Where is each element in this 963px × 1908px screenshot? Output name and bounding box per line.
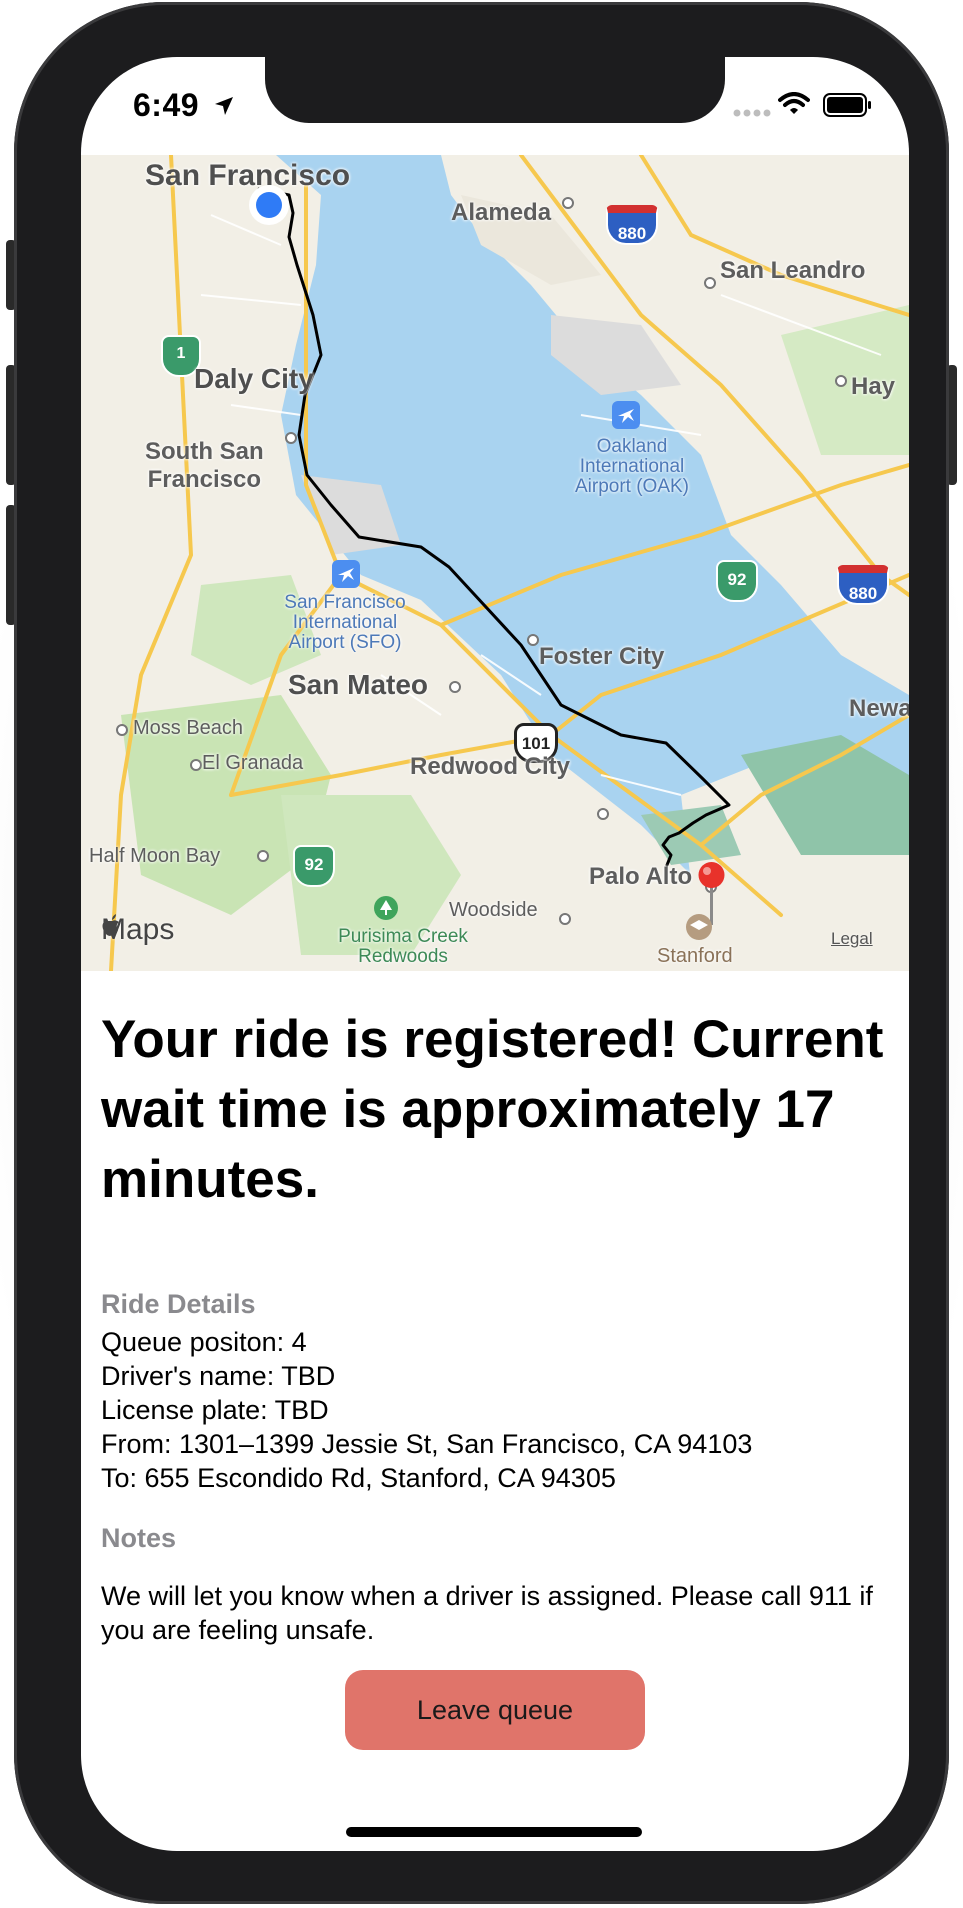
map-label: Moss Beach [133, 717, 244, 739]
notes-text: We will let you know when a driver is as… [101, 1581, 873, 1645]
map-label-line: Oakland [596, 436, 668, 457]
screen: 6:49 1 880 880 92 92 101 San Francisco A… [81, 57, 909, 1851]
map-label: San Mateo [288, 669, 429, 700]
map-label-line: International [292, 612, 398, 633]
wait-time-headline: Your ride is registered! Current wait ti… [101, 1010, 884, 1209]
map-label: El Granada [202, 752, 304, 774]
map-label-line: Airport (SFO) [288, 632, 402, 653]
map-label: South San Francisco [145, 438, 264, 494]
interstate-880-shield: 880 [606, 205, 658, 245]
ride-details-title: Ride Details [101, 1289, 256, 1319]
home-indicator[interactable] [346, 1827, 642, 1837]
leave-queue-button[interactable]: Leave queue [345, 1670, 645, 1750]
map-label-line: Airport (OAK) [574, 476, 690, 497]
status-time: 6:49 [133, 87, 200, 123]
location-arrow-icon [213, 95, 235, 122]
map-label: Daly City [194, 363, 314, 394]
map-label-line: Purisima Creek [338, 926, 468, 947]
apple-maps-logo: Maps [101, 913, 174, 947]
map-label-line: International [579, 456, 685, 477]
legal-link[interactable]: Legal [831, 929, 873, 949]
battery-icon [823, 93, 873, 122]
map-label: Oakland International Airport (OAK) [567, 437, 697, 497]
notes-title: Notes [101, 1523, 177, 1553]
map-label: Redwood City [410, 753, 570, 780]
phone-frame: 6:49 1 880 880 92 92 101 San Francisco A… [14, 2, 949, 1904]
map-label: Purisima Creek Redwoods [313, 927, 493, 967]
wifi-icon [778, 92, 810, 121]
highway-92-shield: 92 [716, 560, 758, 602]
map-label-line: San Francisco [284, 592, 406, 613]
map-label: San Francisco International Airport (SFO… [275, 593, 415, 653]
map-label: Hay [851, 373, 896, 400]
map-label: Alameda [451, 199, 552, 226]
license-plate: License plate: TBD [101, 1395, 329, 1425]
driver-name: Driver's name: TBD [101, 1361, 336, 1391]
map-label: Stanford [657, 945, 733, 967]
map-label: Newa [849, 695, 909, 722]
map-label: San Francisco [145, 159, 351, 192]
map-label: Woodside [449, 899, 538, 921]
signal-icon [733, 105, 773, 123]
dropoff-address: To: 655 Escondido Rd, Stanford, CA 94305 [101, 1463, 616, 1493]
pickup-address: From: 1301–1399 Jessie St, San Francisco… [101, 1429, 753, 1459]
user-location-icon [249, 185, 289, 225]
map-label: Half Moon Bay [89, 845, 221, 867]
interstate-880-shield: 880 [837, 565, 889, 605]
route-map[interactable]: 1 880 880 92 92 101 San Francisco Alamed… [81, 155, 909, 971]
map-label-line: South San [145, 438, 264, 465]
map-label: Foster City [539, 643, 665, 670]
apple-logo-icon [102, 914, 119, 936]
map-label-line: Francisco [147, 466, 262, 493]
highway-92-shield: 92 [293, 845, 335, 887]
map-label-line: Redwoods [358, 946, 448, 967]
map-label: Palo Alto [589, 863, 693, 890]
queue-position: Queue positon: 4 [101, 1327, 307, 1357]
map-label: San Leandro [720, 257, 866, 284]
notch [265, 57, 725, 123]
